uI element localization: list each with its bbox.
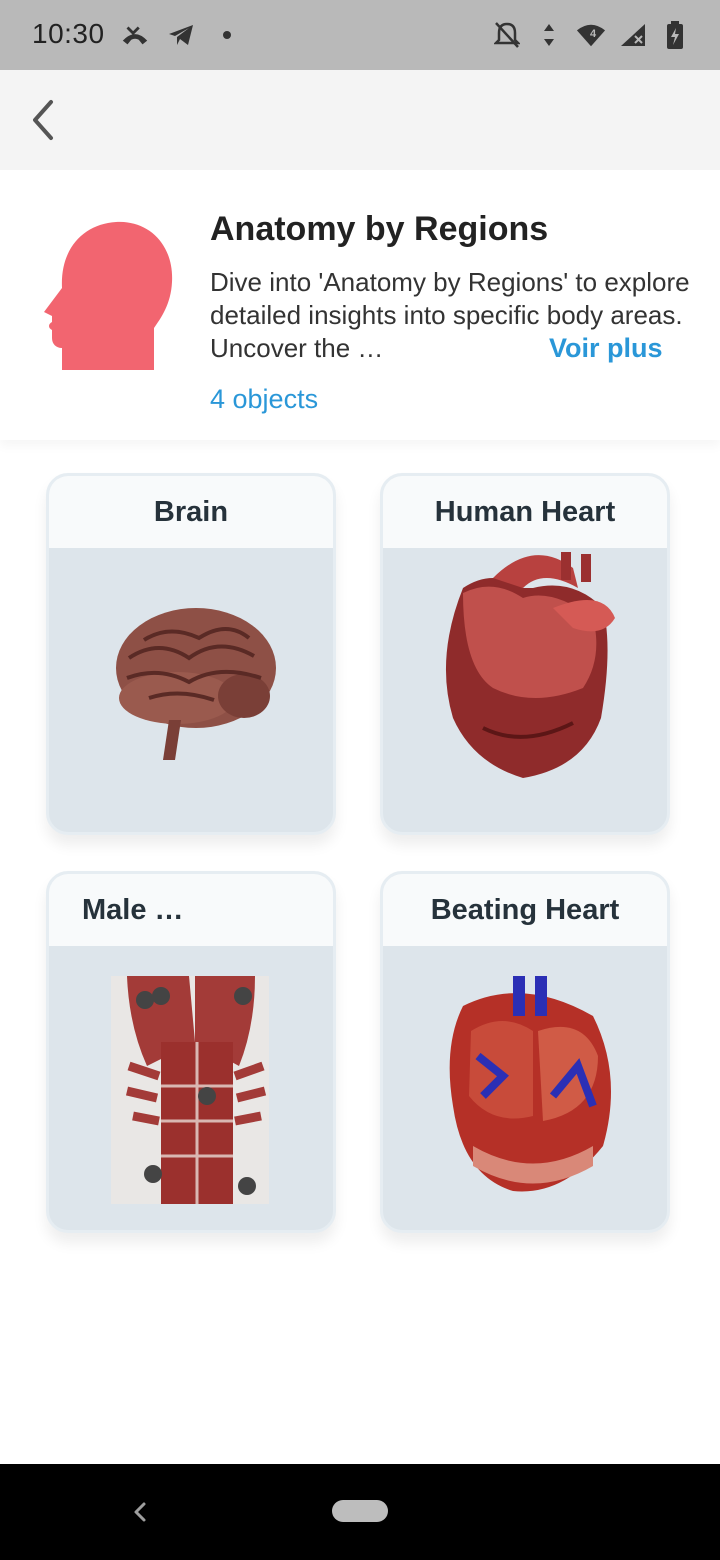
card-header: Brain [49, 476, 333, 548]
muscles-image [49, 946, 333, 1230]
signal-icon [618, 20, 648, 50]
status-bar: 10:30 4 [0, 0, 720, 70]
chevron-left-icon [33, 100, 53, 140]
object-count: 4 objects [210, 384, 319, 414]
app-bar [0, 70, 720, 170]
telegram-icon [166, 20, 196, 50]
card-title: Human Heart [434, 495, 616, 528]
beating-heart-image [383, 946, 667, 1230]
status-time: 10:30 [32, 18, 105, 49]
category-title: Anatomy by Regions [210, 210, 549, 248]
card-title: Male … [82, 893, 184, 926]
voir-plus-link[interactable]: Voir plus [549, 333, 663, 364]
dot-icon [212, 20, 242, 50]
brain-image [49, 548, 333, 832]
nav-back-icon[interactable] [126, 1498, 154, 1526]
wifi-icon: 4 [576, 20, 606, 50]
card-title: Beating Heart [430, 893, 620, 926]
missed-call-icon [120, 20, 150, 50]
object-card-brain[interactable]: Brain [46, 473, 336, 835]
data-arrows-icon [534, 20, 564, 50]
object-card-male[interactable]: Male … [46, 871, 336, 1233]
card-header: Human Heart [383, 476, 667, 548]
card-header: Beating Heart [383, 874, 667, 946]
heart-image [383, 548, 667, 832]
card-title: Brain [153, 495, 229, 528]
back-button[interactable] [22, 98, 66, 142]
human-head-icon [44, 218, 176, 372]
object-card-human-heart[interactable]: Human Heart [380, 473, 670, 835]
home-pill-icon[interactable] [332, 1500, 388, 1522]
object-card-beating-heart[interactable]: Beating Heart [380, 871, 670, 1233]
battery-charging-icon [660, 20, 690, 50]
mute-bell-icon [492, 20, 522, 50]
wifi-badge: 4 [590, 28, 597, 40]
card-header: Male … [49, 874, 333, 946]
